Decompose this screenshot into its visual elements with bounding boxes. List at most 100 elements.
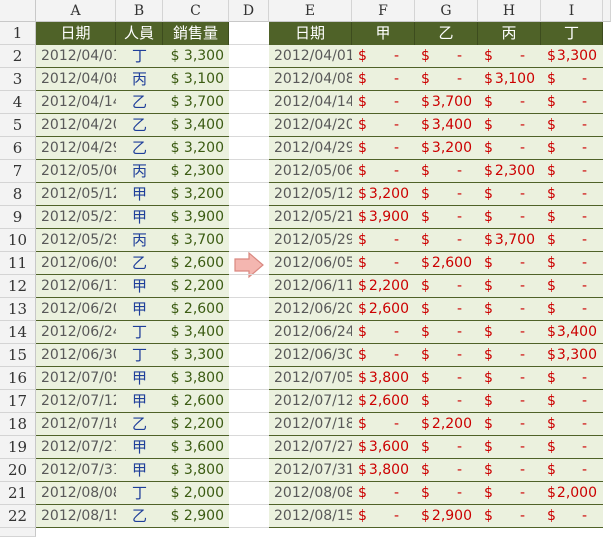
result-date-cell[interactable]: 2012/05/12: [269, 183, 352, 206]
result-amount-cell[interactable]: $3,300: [541, 344, 603, 367]
source-person-cell[interactable]: 乙: [116, 413, 163, 436]
column-header-d[interactable]: D: [229, 0, 269, 22]
column-header-a[interactable]: A: [36, 0, 116, 22]
select-all-corner[interactable]: [0, 0, 36, 22]
row-header-8[interactable]: 8: [0, 183, 36, 206]
source-date-cell[interactable]: 2012/04/29: [36, 137, 116, 160]
source-amount-cell[interactable]: $ 3,900: [163, 206, 229, 229]
result-header-cell[interactable]: 丁: [541, 22, 603, 45]
source-amount-cell[interactable]: $ 3,200: [163, 137, 229, 160]
source-person-cell[interactable]: 丁: [116, 45, 163, 68]
source-date-cell[interactable]: 2012/08/08: [36, 482, 116, 505]
source-person-cell[interactable]: 甲: [116, 298, 163, 321]
source-date-cell[interactable]: 2012/05/12: [36, 183, 116, 206]
result-amount-cell[interactable]: $ -: [478, 344, 541, 367]
result-amount-cell[interactable]: $3,200: [352, 183, 415, 206]
source-date-cell[interactable]: 2012/07/05: [36, 367, 116, 390]
source-date-cell[interactable]: 2012/07/31: [36, 459, 116, 482]
result-amount-cell[interactable]: $ -: [352, 91, 415, 114]
source-amount-cell[interactable]: $ 3,400: [163, 321, 229, 344]
result-amount-cell[interactable]: $ -: [478, 45, 541, 68]
result-date-cell[interactable]: 2012/07/27: [269, 436, 352, 459]
result-date-cell[interactable]: 2012/07/12: [269, 390, 352, 413]
source-amount-cell[interactable]: $ 2,000: [163, 482, 229, 505]
row-header-17[interactable]: 17: [0, 390, 36, 413]
source-date-cell[interactable]: 2012/04/08: [36, 68, 116, 91]
source-amount-cell[interactable]: $ 3,300: [163, 45, 229, 68]
result-date-cell[interactable]: 2012/04/14: [269, 91, 352, 114]
result-amount-cell[interactable]: $ -: [541, 275, 603, 298]
result-amount-cell[interactable]: $ -: [415, 183, 478, 206]
column-header-i[interactable]: I: [541, 0, 603, 22]
source-person-cell[interactable]: 丙: [116, 229, 163, 252]
result-amount-cell[interactable]: $ -: [415, 321, 478, 344]
result-date-cell[interactable]: 2012/06/11: [269, 275, 352, 298]
result-date-cell[interactable]: 2012/04/29: [269, 137, 352, 160]
result-amount-cell[interactable]: $ -: [541, 160, 603, 183]
source-person-cell[interactable]: 甲: [116, 206, 163, 229]
result-date-cell[interactable]: 2012/05/29: [269, 229, 352, 252]
result-amount-cell[interactable]: $ -: [415, 344, 478, 367]
row-header-2[interactable]: 2: [0, 45, 36, 68]
row-header-20[interactable]: 20: [0, 459, 36, 482]
column-header-e[interactable]: E: [269, 0, 352, 22]
row-header-10[interactable]: 10: [0, 229, 36, 252]
source-header-cell[interactable]: 銷售量: [163, 22, 229, 45]
result-amount-cell[interactable]: $ -: [415, 436, 478, 459]
source-date-cell[interactable]: 2012/04/20: [36, 114, 116, 137]
result-amount-cell[interactable]: $3,900: [352, 206, 415, 229]
result-amount-cell[interactable]: $2,600: [415, 252, 478, 275]
result-amount-cell[interactable]: $ -: [352, 344, 415, 367]
source-person-cell[interactable]: 乙: [116, 91, 163, 114]
source-amount-cell[interactable]: $ 3,700: [163, 91, 229, 114]
result-amount-cell[interactable]: $ -: [478, 183, 541, 206]
result-amount-cell[interactable]: $ -: [415, 367, 478, 390]
row-header-1[interactable]: 1: [0, 22, 36, 45]
result-amount-cell[interactable]: $2,000: [541, 482, 603, 505]
result-amount-cell[interactable]: $3,800: [352, 459, 415, 482]
source-person-cell[interactable]: 丁: [116, 344, 163, 367]
result-amount-cell[interactable]: $ -: [415, 275, 478, 298]
source-date-cell[interactable]: 2012/06/20: [36, 298, 116, 321]
source-amount-cell[interactable]: $ 3,800: [163, 459, 229, 482]
result-amount-cell[interactable]: $ -: [478, 321, 541, 344]
result-amount-cell[interactable]: $3,200: [415, 137, 478, 160]
result-header-cell[interactable]: 乙: [415, 22, 478, 45]
row-header-19[interactable]: 19: [0, 436, 36, 459]
result-amount-cell[interactable]: $3,700: [478, 229, 541, 252]
source-date-cell[interactable]: 2012/05/21: [36, 206, 116, 229]
result-header-cell[interactable]: 日期: [269, 22, 352, 45]
result-amount-cell[interactable]: $ -: [541, 206, 603, 229]
source-amount-cell[interactable]: $ 2,200: [163, 275, 229, 298]
result-header-cell[interactable]: 丙: [478, 22, 541, 45]
row-header-16[interactable]: 16: [0, 367, 36, 390]
result-amount-cell[interactable]: $3,100: [478, 68, 541, 91]
source-amount-cell[interactable]: $ 3,200: [163, 183, 229, 206]
row-header-11[interactable]: 11: [0, 252, 36, 275]
result-amount-cell[interactable]: $ -: [352, 321, 415, 344]
result-amount-cell[interactable]: $ -: [352, 252, 415, 275]
result-amount-cell[interactable]: $ -: [478, 137, 541, 160]
column-header-f[interactable]: F: [352, 0, 415, 22]
result-amount-cell[interactable]: $ -: [415, 459, 478, 482]
result-date-cell[interactable]: 2012/04/01: [269, 45, 352, 68]
row-header-21[interactable]: 21: [0, 482, 36, 505]
column-header-c[interactable]: C: [163, 0, 229, 22]
source-person-cell[interactable]: 甲: [116, 436, 163, 459]
result-date-cell[interactable]: 2012/08/15: [269, 505, 352, 528]
source-person-cell[interactable]: 乙: [116, 505, 163, 528]
source-date-cell[interactable]: 2012/07/18: [36, 413, 116, 436]
result-amount-cell[interactable]: $ -: [352, 45, 415, 68]
source-person-cell[interactable]: 甲: [116, 459, 163, 482]
result-amount-cell[interactable]: $ -: [478, 390, 541, 413]
source-amount-cell[interactable]: $ 3,600: [163, 436, 229, 459]
result-amount-cell[interactable]: $3,400: [415, 114, 478, 137]
row-header-18[interactable]: 18: [0, 413, 36, 436]
result-date-cell[interactable]: 2012/06/05: [269, 252, 352, 275]
result-amount-cell[interactable]: $ -: [541, 183, 603, 206]
result-amount-cell[interactable]: $ -: [478, 505, 541, 528]
source-date-cell[interactable]: 2012/07/27: [36, 436, 116, 459]
result-amount-cell[interactable]: $ -: [541, 367, 603, 390]
row-header-5[interactable]: 5: [0, 114, 36, 137]
source-date-cell[interactable]: 2012/08/15: [36, 505, 116, 528]
